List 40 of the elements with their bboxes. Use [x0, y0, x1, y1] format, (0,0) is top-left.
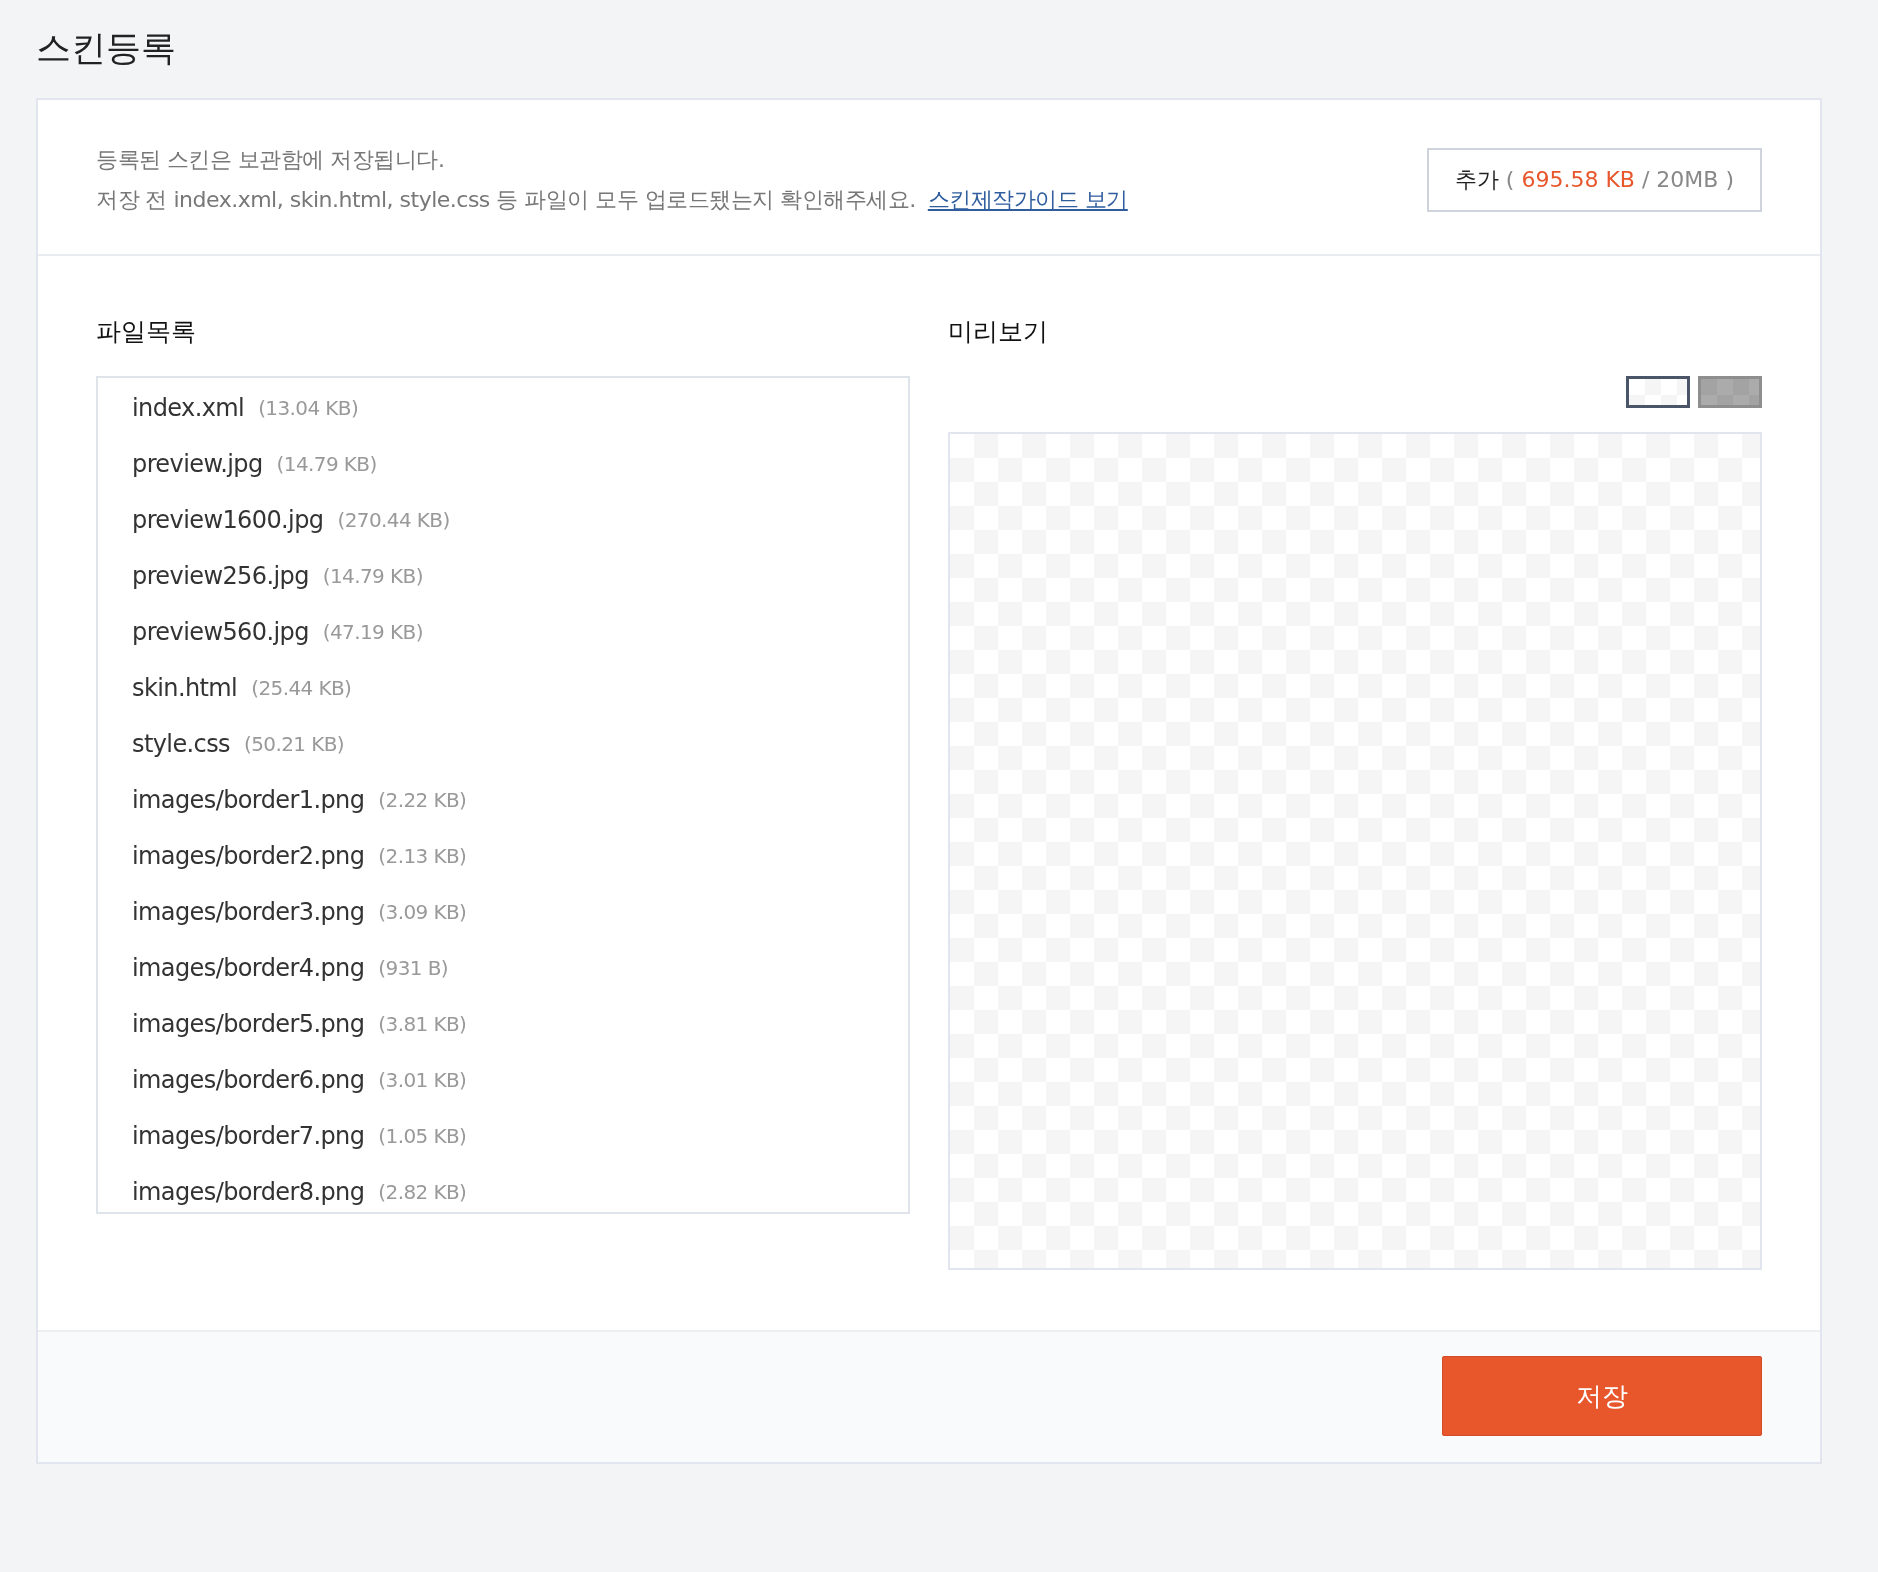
- page-title: 스킨등록: [36, 27, 177, 70]
- file-name: images/border4.png: [132, 954, 365, 982]
- notice-text: 저장 전 index.xml, skin.html, style.css 등 파일이 모두 업로드됐는지 확인해주세요.: [96, 187, 916, 212]
- add-button[interactable]: 추가 ( 695.58 KB / 20MB ): [1426, 148, 1762, 212]
- file-size: (25.44 KB): [251, 676, 352, 700]
- section-title: 파일목록: [96, 316, 197, 348]
- file-name: skin.html: [132, 674, 238, 702]
- file-name: preview1600.jpg: [132, 506, 324, 534]
- file-name: index.xml: [132, 394, 245, 422]
- file-size: (270.44 KB): [337, 508, 450, 532]
- file-name: images/border8.png: [132, 1178, 365, 1206]
- file-name: preview560.jpg: [132, 618, 309, 646]
- file-name: images/border1.png: [132, 786, 365, 814]
- file-size: (1.05 KB): [378, 1124, 467, 1148]
- save-button[interactable]: 저장: [1442, 1356, 1762, 1436]
- file-name: images/border2.png: [132, 842, 365, 870]
- file-size: (931 B): [378, 956, 449, 980]
- file-name: images/border3.png: [132, 898, 365, 926]
- background-toggle[interactable]: [1698, 376, 1762, 408]
- file-size: (2.82 KB): [378, 1180, 467, 1204]
- file-name: images/border7.png: [132, 1122, 365, 1150]
- section-title: 미리보기: [948, 316, 1049, 348]
- file-size: (50.21 KB): [244, 732, 345, 756]
- file-size: (2.22 KB): [378, 788, 467, 812]
- file-size: (3.81 KB): [378, 1012, 467, 1036]
- notice-text: 등록된 스킨은 보관함에 저장됩니다.: [96, 146, 446, 174]
- file-size: (14.79 KB): [276, 452, 377, 476]
- file-size: (47.19 KB): [322, 620, 423, 644]
- file-name: images/border6.png: [132, 1066, 365, 1094]
- file-size: (3.01 KB): [378, 1068, 467, 1092]
- file-name: preview.jpg: [132, 450, 263, 478]
- file-size: (3.09 KB): [378, 900, 467, 924]
- guide-link[interactable]: 스킨제작가이드 보기: [927, 187, 1128, 212]
- file-size: (2.13 KB): [378, 844, 467, 868]
- background-toggle[interactable]: [1626, 376, 1690, 408]
- file-name: images/border5.png: [132, 1010, 365, 1038]
- file-size: (13.04 KB): [258, 396, 359, 420]
- file-name: preview256.jpg: [132, 562, 309, 590]
- file-size: (14.79 KB): [322, 564, 423, 588]
- file-name: style.css: [132, 730, 230, 758]
